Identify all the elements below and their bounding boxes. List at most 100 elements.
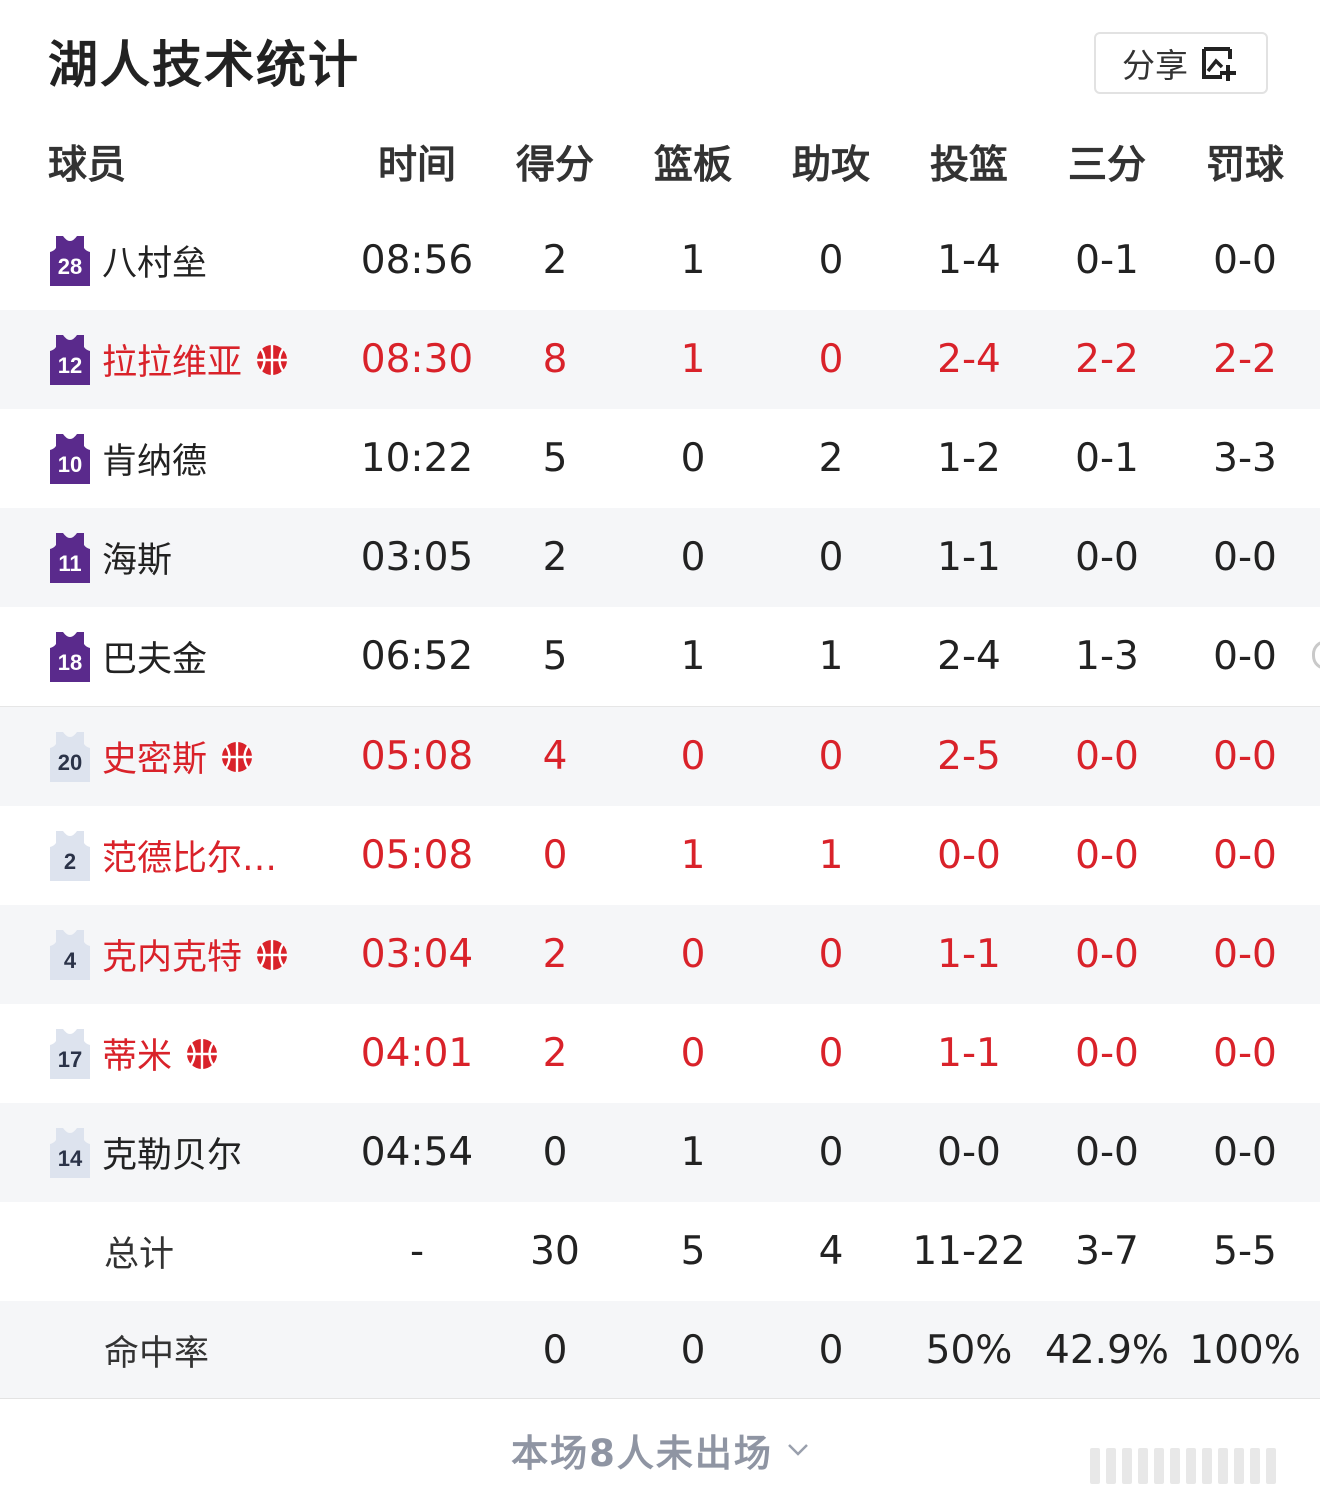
- player-name[interactable]: 范德比尔…: [102, 830, 277, 881]
- totals-assists: 4: [818, 1229, 844, 1274]
- svg-text:12: 12: [58, 353, 82, 378]
- player-cell[interactable]: 4 克内克特: [48, 905, 348, 1004]
- player-cell[interactable]: 11 海斯: [48, 508, 348, 607]
- col-header-field-goals[interactable]: 投篮: [900, 112, 1038, 211]
- jersey-icon: 14: [50, 1127, 90, 1178]
- rates-label: 命中率: [104, 1334, 210, 1374]
- table-row[interactable]: 2 范德比尔… 05:08 0 1 1 0-0 0-0 0-0: [0, 806, 1320, 905]
- player-name[interactable]: 克内克特: [102, 929, 242, 980]
- stat-rebounds: 0: [680, 734, 706, 779]
- table-header-row: 球员 时间 得分 篮板 助攻 投篮 三分 罚球: [0, 112, 1320, 211]
- stat-points: 2: [542, 535, 568, 580]
- stat-assists: 0: [818, 535, 844, 580]
- player-name[interactable]: 克勒贝尔: [102, 1127, 242, 1178]
- stat-three-pointers: 0-1: [1075, 436, 1139, 481]
- stat-assists: 0: [818, 1031, 844, 1076]
- table-row[interactable]: 14 克勒贝尔 04:54 0 1 0 0-0 0-0 0-0: [0, 1103, 1320, 1202]
- player-cell[interactable]: 20 史密斯: [48, 707, 348, 806]
- totals-free-throws: 5-5: [1213, 1229, 1277, 1274]
- rates-three-pointers: 42.9%: [1045, 1328, 1169, 1373]
- table-row[interactable]: 11 海斯 03:05 2 0 0 1-1 0-0 0-0: [0, 508, 1320, 607]
- totals-three-pointers: 3-7: [1075, 1229, 1139, 1274]
- table-row[interactable]: 20 史密斯 05:08 4 0 0 2-5 0-0 0-0: [0, 706, 1320, 806]
- svg-text:18: 18: [58, 650, 82, 675]
- player-cell[interactable]: 28 八村垒: [48, 211, 348, 310]
- stat-rebounds: 0: [680, 535, 706, 580]
- stat-three-pointers: 0-1: [1075, 238, 1139, 283]
- stat-time: 04:01: [360, 1031, 474, 1076]
- stat-points: 5: [542, 634, 568, 679]
- player-name[interactable]: 史密斯: [102, 731, 207, 782]
- stat-field-goals: 1-1: [937, 535, 1001, 580]
- jersey-icon: 4: [50, 929, 90, 980]
- player-cell[interactable]: 12 拉拉维亚: [48, 310, 348, 409]
- stat-free-throws: 0-0: [1213, 535, 1277, 580]
- player-cell[interactable]: 17 蒂米: [48, 1004, 348, 1103]
- share-button[interactable]: 分享: [1094, 32, 1268, 94]
- stats-table: 球员 时间 得分 篮板 助攻 投篮 三分 罚球 28 八村垒 08:56 2 1 0 1-4…: [0, 112, 1320, 1400]
- basketball-icon: [257, 939, 288, 970]
- page-title: 湖人技术统计: [48, 36, 360, 94]
- rates-rebounds: 0: [680, 1328, 706, 1373]
- col-header-three-pointers[interactable]: 三分: [1038, 112, 1176, 211]
- stat-field-goals: 2-4: [937, 634, 1001, 679]
- stat-rebounds: 1: [680, 238, 706, 283]
- stat-time: 04:54: [360, 1130, 474, 1175]
- player-name[interactable]: 巴夫金: [102, 631, 207, 682]
- table-row[interactable]: 28 八村垒 08:56 2 1 0 1-4 0-1 0-0: [0, 211, 1320, 310]
- player-cell[interactable]: 14 克勒贝尔: [48, 1103, 348, 1202]
- stat-time: 10:22: [360, 436, 474, 481]
- stat-rebounds: 1: [680, 1130, 706, 1175]
- table-row[interactable]: 18 巴夫金 06:52 5 1 1 2-4 1-3 0-0: [0, 607, 1320, 706]
- stat-time: 05:08: [360, 734, 474, 779]
- stat-free-throws: 0-0: [1213, 932, 1277, 977]
- player-cell[interactable]: 18 巴夫金: [48, 607, 348, 706]
- stat-time: 08:56: [360, 238, 474, 283]
- col-header-points[interactable]: 得分: [486, 112, 624, 211]
- table-row[interactable]: 10 肯纳德 10:22 5 0 2 1-2 0-1 3-3: [0, 409, 1320, 508]
- stat-three-pointers: 1-3: [1075, 634, 1139, 679]
- stat-assists: 0: [818, 734, 844, 779]
- jersey-icon: 11: [50, 532, 90, 583]
- player-cell[interactable]: 10 肯纳德: [48, 409, 348, 508]
- col-header-assists[interactable]: 助攻: [762, 112, 900, 211]
- stat-time: 06:52: [360, 634, 474, 679]
- stat-three-pointers: 0-0: [1075, 1130, 1139, 1175]
- stat-field-goals: 2-4: [937, 337, 1001, 382]
- player-name[interactable]: 八村垒: [102, 235, 207, 286]
- stat-rebounds: 1: [680, 833, 706, 878]
- col-header-time[interactable]: 时间: [347, 112, 487, 211]
- player-name[interactable]: 蒂米: [102, 1028, 172, 1079]
- col-header-player: 球员: [48, 142, 127, 188]
- share-image-icon: [1202, 47, 1236, 81]
- col-header-free-throws[interactable]: 罚球: [1176, 112, 1314, 211]
- stat-points: 0: [542, 1130, 568, 1175]
- stat-time: 08:30: [360, 337, 474, 382]
- svg-text:10: 10: [58, 452, 82, 477]
- table-row[interactable]: 12 拉拉维亚 08:30 8 1 0 2-4 2-2 2-2: [0, 310, 1320, 409]
- table-row[interactable]: 4 克内克特 03:04 2 0 0 1-1 0-0 0-0: [0, 905, 1320, 1004]
- watermark: [1090, 1448, 1310, 1484]
- svg-text:4: 4: [64, 948, 77, 973]
- svg-text:20: 20: [58, 750, 82, 775]
- stat-points: 2: [542, 932, 568, 977]
- jersey-icon: 18: [50, 631, 90, 682]
- player-name[interactable]: 肯纳德: [102, 433, 207, 484]
- stat-rebounds: 1: [680, 634, 706, 679]
- totals-rebounds: 5: [680, 1229, 706, 1274]
- rates-assists: 0: [818, 1328, 844, 1373]
- basketball-icon: [187, 1038, 218, 1069]
- stat-free-throws: 0-0: [1213, 1130, 1277, 1175]
- col-header-rebounds[interactable]: 篮板: [624, 112, 762, 211]
- stat-field-goals: 0-0: [937, 1130, 1001, 1175]
- player-name[interactable]: 海斯: [102, 532, 172, 583]
- stat-points: 4: [542, 734, 568, 779]
- stat-field-goals: 1-2: [937, 436, 1001, 481]
- table-row[interactable]: 17 蒂米 04:01 2 0 0 1-1 0-0 0-0: [0, 1004, 1320, 1103]
- player-name[interactable]: 拉拉维亚: [102, 334, 242, 385]
- chevron-down-icon: [787, 1443, 808, 1456]
- player-cell[interactable]: 2 范德比尔…: [48, 806, 348, 905]
- jersey-icon: 17: [50, 1028, 90, 1079]
- rates-row: 命中率 0 0 0 50% 42.9% 100%: [0, 1301, 1320, 1400]
- jersey-icon: 12: [50, 334, 90, 385]
